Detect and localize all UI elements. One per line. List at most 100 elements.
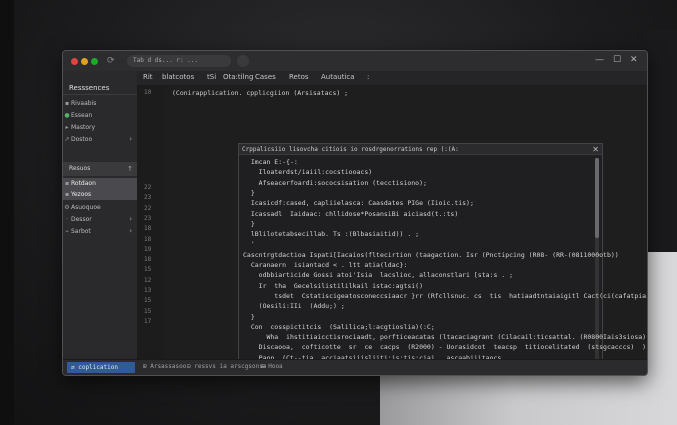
code-panel[interactable]: Crppalicsiio lisovcha citiois io rosdrge… — [238, 143, 647, 375]
sidebar-item-label: Yezoos — [71, 191, 92, 198]
code-line: (Conirapplication. cpplicgiion (Arsisata… — [172, 89, 349, 97]
code-line: Discaooa, cofticotte sr ce cacps (R2000)… — [243, 343, 648, 352]
sidebar-item-label: Asuoquoe — [71, 204, 101, 211]
code-line: Wha ihstitiaicctisrociaadt, porfticeacat… — [243, 333, 648, 342]
code-line: } — [243, 219, 255, 228]
leaf-icon: ● — [64, 112, 70, 119]
chevron-right-icon: › — [129, 215, 132, 223]
line-number: 18 — [144, 256, 152, 264]
line-number: 10 — [144, 89, 152, 96]
line-number: 22 — [144, 204, 152, 212]
line-number: 17 — [144, 317, 152, 325]
panel-title: Crppalicsiio lisovcha citiois io rosdrge… — [242, 146, 459, 153]
menu-item[interactable]: : — [367, 73, 369, 81]
box-icon: · — [66, 216, 68, 223]
chevron-right-icon: › — [129, 135, 132, 143]
code-line: Icassadl Iaidaac: chllidose*PosansiBi ai… — [243, 209, 459, 218]
plug-icon: ⌁ — [65, 228, 69, 235]
sidebar-item-2[interactable]: ●Essean — [63, 110, 137, 121]
line-number: 22 — [144, 184, 152, 191]
code-line: Con cosspictitcis (Salilica;l:acgtioslia… — [243, 322, 435, 331]
minimize-button[interactable]: — — [595, 55, 604, 65]
sidebar-item-label: Rivaabis — [71, 100, 97, 107]
code-line: tsdet Cstatiscigeatosconeccsiaacr }rr (R… — [243, 291, 648, 300]
sidebar-item-label: Mastory — [71, 124, 96, 131]
line-number: 12 — [144, 276, 152, 284]
title-bar: ⟳ Tab d ds... r: ... — ☐ ✕ — [63, 51, 647, 72]
scrollbar-thumb[interactable] — [595, 158, 599, 238]
chevron-right-icon: › — [129, 227, 132, 235]
sidebar-item-label: Sarbot — [71, 228, 91, 235]
new-tab-button[interactable] — [237, 55, 249, 67]
line-number: 15 — [144, 297, 152, 305]
file-icon: ▪ — [64, 180, 70, 187]
sidebar-item-8[interactable]: · Dessor › — [63, 214, 137, 225]
sidebar-item-9[interactable]: ⌁ Sarbot › — [63, 226, 137, 237]
menu-item[interactable]: Rit — [143, 73, 153, 81]
code-line: lBlilotetabsecillab. Ts :(Blbasiaitid)) … — [243, 230, 420, 239]
desktop-edge — [0, 0, 14, 425]
close-icon[interactable]: ✕ — [592, 144, 599, 155]
sidebar-section[interactable]: Resuos ↑ — [63, 162, 137, 176]
code-line: } — [243, 188, 255, 197]
sidebar-item-4[interactable]: ↗Dostoo › — [63, 134, 137, 145]
code-line: Caranaern isiantacd < . ltt atia(ldac}: — [243, 261, 408, 269]
line-number: 15 — [144, 266, 152, 274]
menu-item[interactable]: Ota:tilng — [223, 73, 253, 81]
pin-icon[interactable]: ↑ — [127, 162, 133, 176]
maximize-button[interactable]: ☐ — [613, 55, 621, 65]
sidebar-section-label: Resuos — [69, 165, 91, 172]
branch-indicator[interactable]: ⇄ coplication — [67, 362, 135, 373]
code-line: Iloaterdst/iaiil:cocstiooacs) — [243, 168, 373, 177]
sidebar-title: Resssences — [63, 81, 137, 95]
code-line: } — [243, 312, 255, 321]
minimize-dot[interactable] — [81, 58, 88, 65]
address-field[interactable]: Tab d ds... r: ... — [127, 55, 231, 67]
menu-item[interactable]: blatcotos — [162, 73, 194, 81]
line-number: 15 — [144, 307, 152, 315]
menu-item[interactable]: Cases — [255, 73, 276, 81]
sidebar-item-5[interactable]: ▪ Rotdaon — [63, 178, 137, 189]
sidebar-item-label: Dessor — [71, 216, 92, 223]
line-number: 23 — [144, 214, 152, 222]
menu-item[interactable]: Autautica — [321, 73, 355, 81]
line-number: 23 — [144, 194, 152, 202]
code-line: Cascntrgtdactioa Ispati[Iacaios(fltecirt… — [243, 250, 619, 259]
code-line: ' — [243, 240, 255, 249]
refresh-icon[interactable]: ⟳ — [107, 56, 115, 66]
status-bar: ⇄ coplication ⊞ Arsassasoo ⊟ ressvs ia a… — [63, 359, 647, 375]
desktop-background — [646, 30, 677, 252]
line-number: 18 — [144, 235, 152, 243]
sidebar-item-3[interactable]: ▸ Mastory — [63, 122, 137, 133]
zoom-dot[interactable] — [91, 58, 98, 65]
sidebar-item-label: Rotdaon — [71, 180, 96, 187]
sidebar-item-6[interactable]: ▪ Yezoos — [63, 189, 137, 200]
gear-icon: ⚙ — [64, 204, 70, 211]
sidebar-item-label: Dostoo — [71, 136, 93, 143]
sidebar-item-label: Essean — [71, 112, 93, 119]
menu-item[interactable]: Retos — [289, 73, 309, 81]
close-dot[interactable] — [71, 58, 78, 65]
code-line: Ir tha Gecelsilistililkail istac:agtsi() — [243, 281, 424, 290]
leaf-icon: ▪ — [64, 191, 70, 198]
code-editor[interactable]: 10 (Conirapplication. cpplicgiion (Arsis… — [138, 86, 647, 375]
code-line: Imcan E:-{-: — [243, 158, 298, 166]
status-item[interactable]: ⊞ Hooa — [261, 363, 283, 370]
code-line: Icasicdf:cased, capliielasca: Caasdates … — [243, 199, 474, 208]
sidebar-item-7[interactable]: ⚙Asuoquoe — [63, 202, 137, 213]
layers-icon: ▪ — [64, 100, 70, 107]
line-number: 19 — [144, 245, 152, 253]
sidebar: Resssences ▪ Rivaabis ●Essean ▸ Mastory ↗D… — [63, 71, 138, 359]
arrow-icon: ↗ — [64, 136, 70, 143]
close-button[interactable]: ✕ — [630, 55, 638, 65]
line-number: 13 — [144, 287, 152, 294]
menu-bar: Rit blatcotos tSi Ota:tilng Cases Retos … — [137, 71, 647, 86]
panel-header: Crppalicsiio lisovcha citiois io rosdrge… — [239, 144, 602, 155]
sidebar-item-1[interactable]: ▪ Rivaabis — [63, 98, 137, 109]
status-item[interactable]: ⊟ ressvs ia arscgsonsa — [187, 363, 266, 370]
line-number: 18 — [144, 225, 152, 233]
history-icon: ▸ — [65, 124, 69, 131]
ide-window: ⟳ Tab d ds... r: ... — ☐ ✕ Resssences ▪ R… — [62, 50, 648, 376]
status-item[interactable]: ⊞ Arsassasoo — [143, 363, 186, 370]
menu-item[interactable]: tSi — [207, 73, 216, 81]
